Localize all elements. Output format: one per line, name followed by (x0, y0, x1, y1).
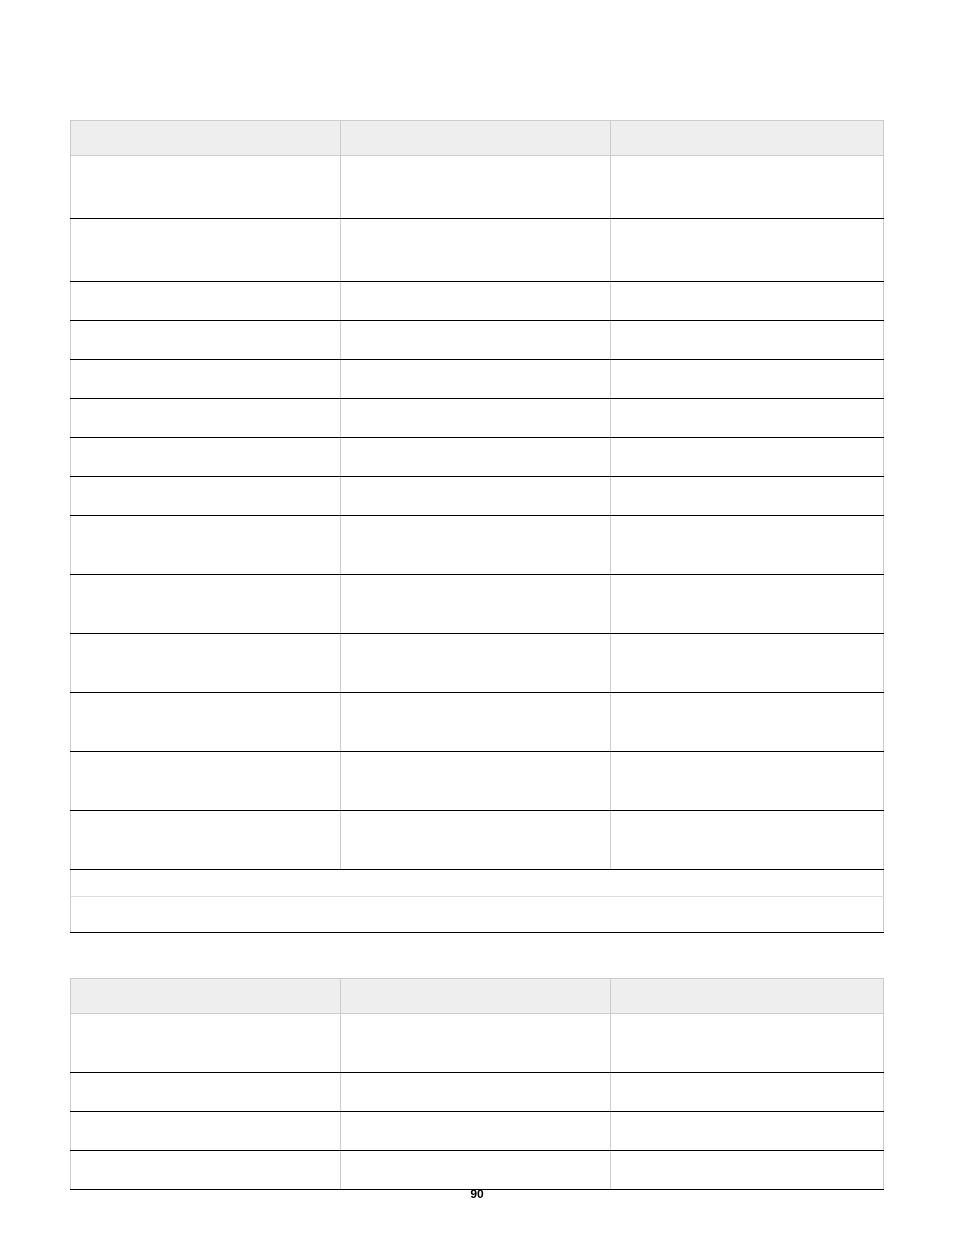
table-2-cell (610, 1014, 883, 1073)
table-2-header-cell (340, 979, 610, 1014)
table-1-row (71, 693, 884, 752)
table-1-row (71, 219, 884, 282)
table-1-row (71, 575, 884, 634)
table-1-cell (340, 438, 610, 477)
table-2-header-cell (71, 979, 341, 1014)
table-1-cell (71, 360, 341, 399)
table-1-row (71, 634, 884, 693)
document-page: 90 (0, 0, 954, 1235)
table-1-cell (340, 156, 610, 219)
table-1-cell (340, 752, 610, 811)
table-1-cell (610, 575, 883, 634)
table-1-cell (340, 399, 610, 438)
table-1-row (71, 282, 884, 321)
table-1-cell (610, 477, 883, 516)
table-1-cell (71, 219, 341, 282)
table-2-row (71, 1112, 884, 1151)
table-2-cell (340, 1151, 610, 1190)
table-2-cell (71, 1151, 341, 1190)
table-1-cell (340, 516, 610, 575)
table-1-cell (71, 575, 341, 634)
table-1-cell (610, 752, 883, 811)
table-2-row (71, 1151, 884, 1190)
table-1-cell (340, 219, 610, 282)
table-1-header-cell (340, 121, 610, 156)
table-1-cell (610, 156, 883, 219)
table-1-row (71, 360, 884, 399)
table-1-cell (610, 321, 883, 360)
table-1-cell (71, 634, 341, 693)
table-1-cell (340, 811, 610, 870)
table-1-cell (340, 321, 610, 360)
table-1-row (71, 516, 884, 575)
table-2-cell (340, 1112, 610, 1151)
table-1-cell (610, 516, 883, 575)
table-2-cell (610, 1151, 883, 1190)
table-1 (70, 120, 884, 933)
table-1-cell (71, 399, 341, 438)
table-1-row (71, 811, 884, 870)
section-divider (70, 896, 884, 897)
table-1-row (71, 399, 884, 438)
table-1-cell (340, 575, 610, 634)
table-1-wrapper (70, 120, 884, 933)
table-2-row (71, 1014, 884, 1073)
table-1-cell (71, 282, 341, 321)
table-1-cell (610, 282, 883, 321)
table-2-header-row (71, 979, 884, 1014)
table-1-row (71, 752, 884, 811)
table-1-cell (340, 693, 610, 752)
table-1-cell (610, 438, 883, 477)
table-2-cell (71, 1112, 341, 1151)
table-1-row (71, 438, 884, 477)
table-1-row (71, 321, 884, 360)
table-1-header-row (71, 121, 884, 156)
table-1-cell (340, 634, 610, 693)
table-2-cell (340, 1073, 610, 1112)
table-1-header-cell (71, 121, 341, 156)
table-1-cell (610, 360, 883, 399)
table-1-cell (71, 752, 341, 811)
table-2-header-cell (610, 979, 883, 1014)
table-1-cell-fullspan (71, 870, 884, 933)
table-1-header-cell (610, 121, 883, 156)
table-2-cell (610, 1112, 883, 1151)
table-1-cell (610, 399, 883, 438)
table-1-cell (610, 634, 883, 693)
table-1-cell (610, 811, 883, 870)
table-1-cell (340, 360, 610, 399)
table-2 (70, 978, 884, 1190)
table-1-cell (71, 477, 341, 516)
table-2-wrapper (70, 978, 884, 1190)
table-1-cell (340, 477, 610, 516)
table-1-cell (71, 321, 341, 360)
table-2-cell (71, 1073, 341, 1112)
table-1-cell (610, 219, 883, 282)
table-2-row (71, 1073, 884, 1112)
table-1-cell (71, 516, 341, 575)
page-number: 90 (0, 1187, 954, 1201)
table-1-cell (340, 282, 610, 321)
table-1-cell (71, 693, 341, 752)
table-1-cell (71, 438, 341, 477)
table-2-cell (340, 1014, 610, 1073)
table-1-cell (71, 156, 341, 219)
table-1-row (71, 477, 884, 516)
table-1-cell (71, 811, 341, 870)
table-1-cell (610, 693, 883, 752)
table-2-cell (71, 1014, 341, 1073)
table-1-row (71, 870, 884, 933)
table-1-row (71, 156, 884, 219)
table-2-cell (610, 1073, 883, 1112)
